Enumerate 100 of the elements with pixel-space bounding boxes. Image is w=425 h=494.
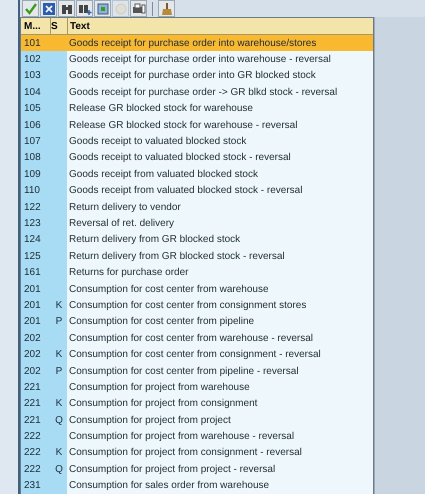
table-cell: 110 [21, 182, 51, 199]
table-cell: 106 [21, 116, 51, 134]
table-cell: 102 [21, 51, 51, 68]
table-cell: P [56, 366, 62, 376]
check-icon[interactable] [22, 0, 39, 17]
table-cell-text: Returns for purchase order [68, 267, 190, 278]
table-row[interactable]: 231 Consumption for sales order from warehouse [21, 478, 373, 494]
table-row[interactable]: 222 K Consumption for project from consignment - reversal [21, 444, 373, 462]
table-cell-text: Consumption for cost center from pipeline [68, 316, 256, 328]
table-row[interactable]: 125 Return delivery from GR blocked stock - reversal [21, 248, 373, 264]
table-cell: 122 [21, 198, 51, 216]
selection-icon[interactable] [94, 0, 111, 17]
table-cell: 108 [21, 150, 51, 166]
table-cell-text: Reversal of ret. delivery [68, 218, 176, 229]
table-cell: 103 [21, 68, 51, 84]
table-cell-text: Return delivery to vendor [68, 202, 182, 213]
table-cell: 201 [21, 314, 51, 330]
table-cell-text: Consumption for project from project - reversal [68, 464, 276, 475]
binoculars-icon[interactable] [58, 0, 75, 17]
close-icon[interactable] [40, 0, 57, 17]
table-cell: 107 [21, 133, 51, 150]
table-row[interactable]: 108 Goods receipt to valuated blocked stock - reversal [21, 150, 373, 166]
table-cell: 221 [21, 412, 51, 428]
table-row[interactable]: 222 Consumption for project from warehouse - reversal [21, 428, 373, 445]
table-row[interactable]: 122 Return delivery to vendor [21, 198, 373, 216]
table-cell: 105 [21, 100, 51, 117]
table-cell-text: Goods receipt for purchase order into GR blocked stock [68, 70, 317, 82]
table-row[interactable]: 202 Consumption for cost center from warehouse - reversal [21, 330, 373, 346]
table-row[interactable]: 221 Q Consumption for project from project [21, 412, 373, 428]
table-cell-text: Goods receipt to valuated blocked stock [68, 136, 248, 148]
table-row[interactable]: 202 K Consumption for cost center from consignment - reversal [21, 346, 373, 363]
table-row[interactable]: 105 Release GR blocked stock for warehouse [21, 100, 373, 117]
table-cell-text: Consumption for cost center from consignment - reversal [68, 349, 322, 360]
table-cell-text: Goods receipt from valuated blocked stock - reversal [68, 185, 304, 196]
table-cell: 123 [21, 215, 51, 232]
table-cell: 161 [21, 264, 51, 281]
table-cell: K [56, 349, 62, 360]
table-row[interactable]: 221 K Consumption for project from consignment [21, 396, 373, 412]
table-row[interactable]: 104 Goods receipt for purchase order -> GR blkd stock - reversal [21, 84, 373, 101]
table-cell: 222 [21, 444, 51, 462]
table-row[interactable]: 201 P Consumption for cost center from pipeline [21, 314, 373, 330]
table-cell: P [56, 316, 62, 328]
table-cell-text: Consumption for project from consignment [68, 398, 258, 410]
table-row[interactable]: 103 Goods receipt for purchase order into GR blocked stock [21, 68, 373, 84]
table-cell-text: Return delivery from GR blocked stock - reversal [68, 250, 286, 262]
column-header[interactable]: M... [21, 18, 51, 34]
printer-icon[interactable] [130, 0, 147, 17]
table-cell: K [56, 300, 62, 311]
table-row[interactable]: 161 Returns for purchase order [21, 264, 373, 281]
table-cell-text: Consumption for cost center from warehouse - reversal [68, 332, 314, 344]
table-cell: 202 [21, 362, 51, 380]
table-row[interactable]: 222 Q Consumption for project from project - reversal [21, 461, 373, 478]
table-row[interactable]: 124 Return delivery from GR blocked stock [21, 232, 373, 248]
table-cell: 221 [21, 396, 51, 412]
table-cell-text: Goods receipt for purchase order into warehouse - reversal [68, 54, 332, 66]
table-cell-text: Consumption for cost center from pipeline - reversal [68, 366, 300, 376]
table-row[interactable]: 109 Goods receipt from valuated blocked stock [21, 166, 373, 183]
table-cell: K [56, 447, 62, 458]
column-header[interactable]: S [51, 18, 68, 34]
binoculars-plus-icon[interactable] [76, 0, 93, 17]
table-row[interactable]: 123 Reversal of ret. delivery [21, 215, 373, 232]
table-row[interactable]: 201 Consumption for cost center from warehouse [21, 280, 373, 298]
table-cell: 222 [21, 461, 51, 478]
table-cell: 221 [21, 379, 51, 396]
table-row[interactable]: 107 Goods receipt to valuated blocked stock [21, 133, 373, 150]
table-cell-text: Consumption for cost center from consignment stores [68, 300, 308, 311]
table-cell: Q [55, 464, 63, 475]
table-cell: 109 [21, 166, 51, 183]
table-row[interactable]: 106 Release GR blocked stock for warehouse - reversal [21, 116, 373, 134]
table-cell: 222 [21, 428, 51, 445]
table-cell-text: Release GR blocked stock for warehouse [68, 103, 254, 114]
table-cell: 201 [21, 297, 51, 314]
table-row[interactable]: 102 Goods receipt for purchase order into warehouse - reversal [21, 51, 373, 68]
table-cell-text: Consumption for project from warehouse - reversal [68, 431, 296, 442]
table-cell: 202 [21, 330, 51, 346]
table-cell-text: Consumption for cost center from warehouse [68, 284, 270, 295]
table-row[interactable]: 101 Goods receipt for purchase order into warehouse/stores [21, 35, 373, 52]
table-cell-text: Goods receipt for purchase order -> GR blkd stock - reversal [68, 86, 338, 98]
table-cell: K [56, 398, 62, 410]
table-cell-text: Goods receipt to valuated blocked stock - reversal [68, 152, 292, 164]
table-cell-text: Consumption for project from consignment - reversal [68, 447, 303, 458]
table-cell: 201 [21, 280, 51, 298]
table-row[interactable]: 221 Consumption for project from warehouse [21, 379, 373, 396]
table-cell: 202 [21, 346, 51, 363]
table-cell-text: Goods receipt from valuated blocked stock [68, 168, 259, 180]
table-row[interactable]: 201 K Consumption for cost center from consignment stores [21, 297, 373, 314]
column-header[interactable]: Text [68, 18, 373, 34]
table-cell: 125 [21, 248, 51, 264]
table-cell-text: Consumption for project from project [68, 414, 232, 426]
table-cell-text: Consumption for sales order from warehouse [68, 480, 270, 492]
table-cell: 231 [21, 478, 51, 494]
table-row[interactable]: 202 P Consumption for cost center from pipeline - reversal [21, 362, 373, 380]
table-cell: 124 [21, 232, 51, 248]
table-row[interactable]: 110 Goods receipt from valuated blocked stock - reversal [21, 182, 373, 199]
brush-icon[interactable] [158, 0, 175, 17]
table-cell-text: Consumption for project from warehouse [68, 382, 251, 393]
table-cell-text: Goods receipt for purchase order into warehouse/stores [68, 38, 318, 49]
table-cell: Q [55, 414, 63, 426]
table-cell-text: Return delivery from GR blocked stock [68, 234, 242, 246]
table-cell-text: Release GR blocked stock for warehouse - reversal [68, 120, 298, 131]
